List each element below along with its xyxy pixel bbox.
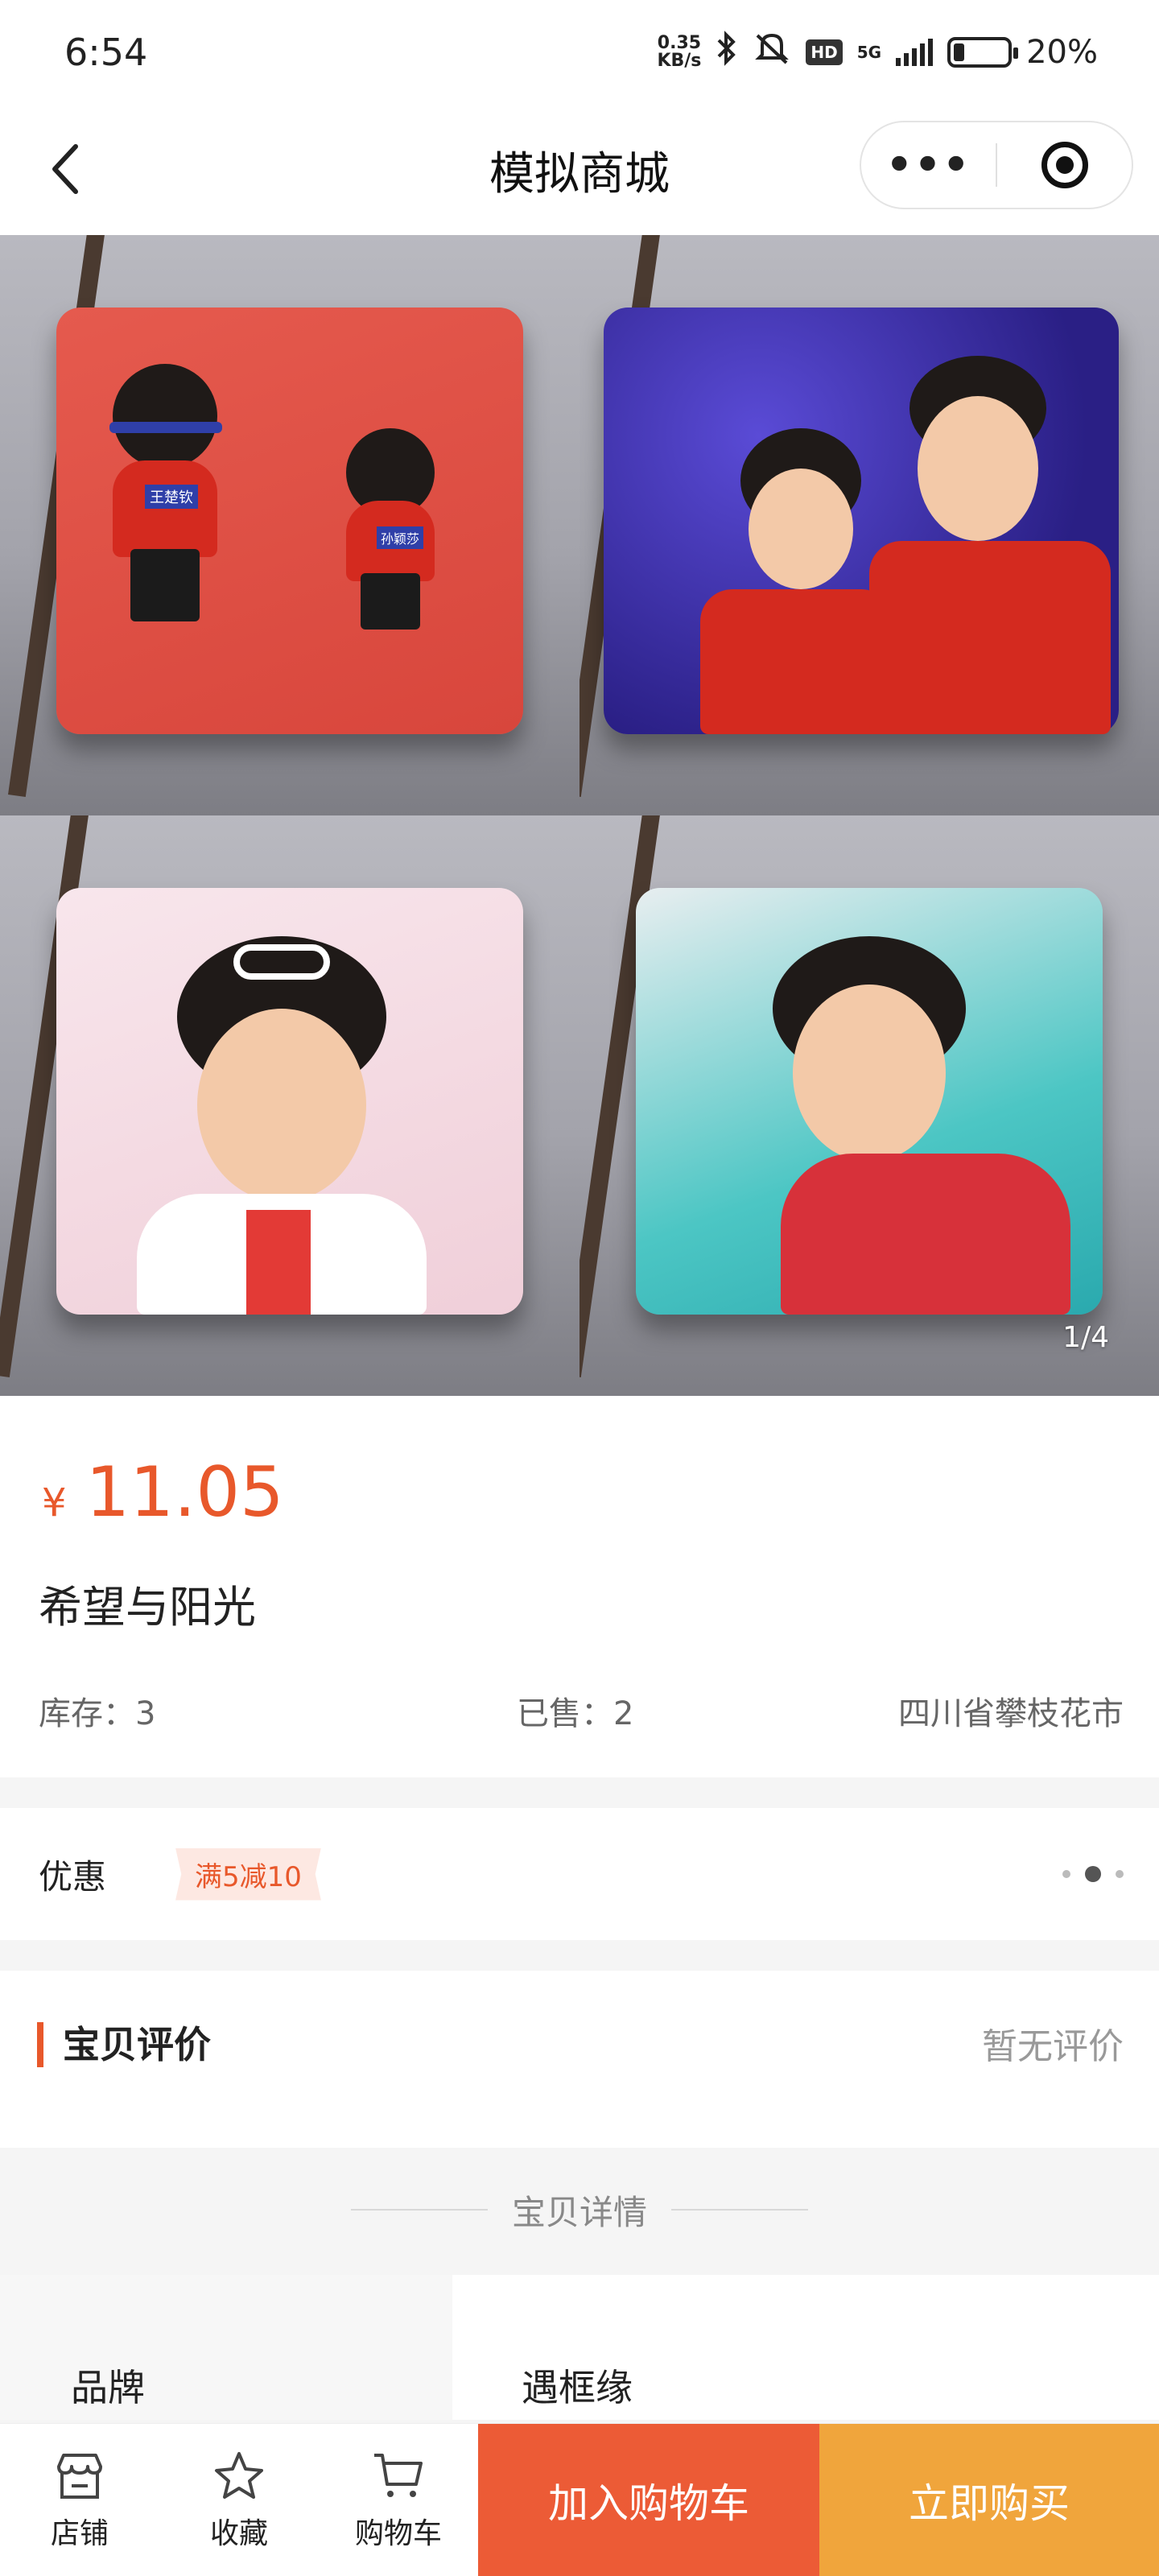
net-speed-value: 0.35 [657,33,702,53]
status-icons: 0.35 KB/s HD 5G 20% [657,31,1098,74]
net-speed-unit: KB/s [657,51,702,71]
battery-fill [954,43,964,61]
hd-badge: HD [806,39,843,65]
buy-now-button[interactable]: 立即购买 [819,2424,1159,2576]
back-button[interactable] [42,137,90,201]
promo-row[interactable]: 优惠 满5减10 [0,1808,1159,1940]
product-title: 希望与阳光 [39,1582,256,1633]
pillow-image: 王楚钦 孙颖莎 [56,308,523,734]
nav-bar: 模拟商城 ••• [0,105,1159,235]
signal-icon [896,39,934,66]
battery-icon [947,37,1019,68]
promo-label: 优惠 [39,1856,107,1897]
section-accent-bar [37,2022,43,2067]
ship-location: 四川省攀枝花市 [898,1695,1124,1732]
divider-line [350,2209,488,2211]
jersey-name-2: 孙颖莎 [377,526,424,549]
promo-tag: 满5减10 [175,1847,321,1901]
miniprogram-capsule: ••• [860,121,1133,209]
net-speed: 0.35 KB/s [657,35,701,70]
product-meta: 库存：3 已售：2 四川省攀枝花市 [39,1687,1124,1734]
favorite-label: 收藏 [209,2516,268,2550]
status-time: 6:54 [64,31,148,74]
favorite-button[interactable]: 收藏 [159,2424,319,2576]
detail-key: 品牌 [0,2275,452,2420]
product-info: ¥ 11.05 希望与阳光 库存：3 已售：2 四川省攀枝花市 [0,1396,1159,1777]
price-amount: 11.05 [85,1452,284,1533]
jersey-name-1: 王楚钦 [145,485,198,509]
gallery-tile-cartoon: 王楚钦 孙颖莎 [0,235,580,815]
mute-icon [753,31,791,74]
network-type: 5G [856,43,882,62]
star-icon [215,2451,263,2499]
chevron-left-icon [52,144,78,194]
reviews-section[interactable]: 宝贝评价 暂无评价 [0,1971,1159,2148]
detail-row: 品牌 遇框缘 [0,2275,1159,2420]
gallery-page-indicator: 1/4 [1062,1321,1109,1354]
target-icon [1041,142,1088,188]
reviews-title: 宝贝评价 [63,2023,211,2066]
stock-count: 库存：3 [39,1695,156,1732]
detail-value: 遇框缘 [522,2366,633,2409]
bluetooth-icon [716,31,738,74]
shop-label: 店铺 [50,2516,109,2550]
reviews-empty-text: 暂无评价 [982,2026,1124,2067]
cart-button[interactable]: 购物车 [319,2424,478,2576]
pillow-image [604,308,1119,734]
pillow-image [636,888,1103,1315]
sold-count: 已售：2 [517,1695,634,1732]
status-bar: 6:54 0.35 KB/s HD 5G 20% [0,0,1159,105]
page-title: 模拟商城 [489,147,670,200]
add-to-cart-button[interactable]: 加入购物车 [478,2424,819,2576]
more-dots-icon [1062,1866,1124,1882]
product-price: ¥ 11.05 [42,1452,284,1533]
product-gallery[interactable]: 王楚钦 孙颖莎 1/4 [0,235,1159,1396]
bottom-action-bar: 店铺 收藏 购物车 加入购物车 立即购买 [0,2423,1159,2576]
divider-line [671,2209,808,2211]
shop-icon [57,2453,102,2499]
network-label: 5G [856,43,882,62]
gallery-tile-photo-duo [580,235,1159,815]
battery-percent: 20% [1026,34,1098,71]
cart-label: 购物车 [354,2516,442,2550]
pillow-image [56,888,523,1315]
price-currency: ¥ [42,1480,67,1525]
more-button[interactable]: ••• [861,141,996,189]
close-miniprogram-button[interactable] [997,142,1132,188]
cart-icon [374,2453,423,2497]
gallery-tile-portrait-pink [0,815,580,1396]
gallery-tile-portrait-teal: 1/4 [580,815,1159,1396]
details-heading-text: 宝贝详情 [511,2192,647,2232]
details-heading: 宝贝详情 [0,2174,1159,2246]
shop-button[interactable]: 店铺 [0,2424,159,2576]
